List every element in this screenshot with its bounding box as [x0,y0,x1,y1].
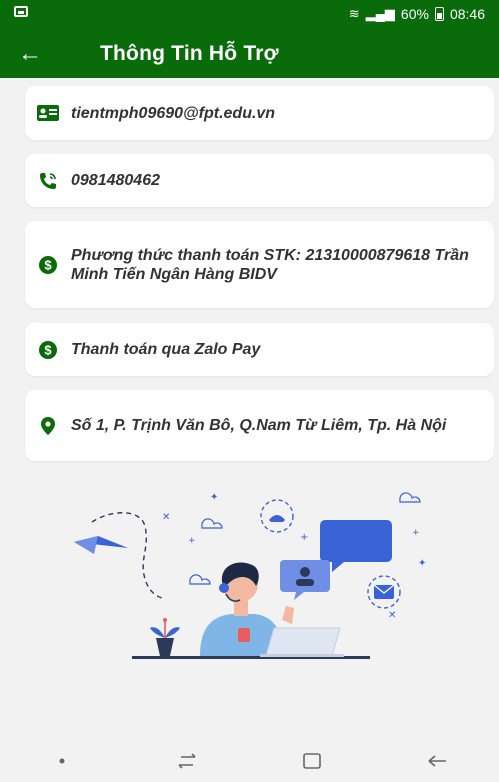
svg-text:+: + [300,532,308,543]
wifi-icon: ≋ [348,6,360,21]
phone-bubble-icon [260,499,294,533]
svg-text:$: $ [44,257,52,272]
bank-transfer-card[interactable]: $ Phương thức thanh toán STK: 2131000087… [25,221,494,308]
dollar-icon: $ [35,252,61,278]
phone-card[interactable]: 0981480462 [25,154,494,207]
clock: 08:46 [449,6,485,22]
home-icon[interactable] [282,740,342,782]
battery-icon [434,7,444,21]
app-bar: ← Thông Tin Hỗ Trợ [0,30,499,78]
svg-text:✦: ✦ [210,492,218,503]
dollar-icon: $ [35,337,61,363]
email-card[interactable]: tientmph09690@fpt.edu.vn [25,86,494,140]
recent-apps-icon[interactable] [157,740,217,782]
zalo-pay-text: Thanh toán qua Zalo Pay [71,341,261,358]
phone-text: 0981480462 [71,172,160,189]
laptop-icon [260,627,344,657]
support-info-screen: ≋ ▂▄▆ 60% 08:46 ← Thông Tin Hỗ Trợ tient… [0,0,499,782]
svg-text:✕: ✕ [162,512,170,523]
page-title: Thông Tin Hỗ Trợ [100,42,279,65]
mail-bubble-icon [367,575,401,609]
address-card[interactable]: Số 1, P. Trịnh Văn Bô, Q.Nam Từ Liêm, Tp… [25,390,494,461]
plant-icon [150,618,180,656]
back-arrow-icon[interactable]: ← [0,30,60,78]
id-card-icon [35,100,61,126]
system-nav-bar [0,740,499,782]
status-bar: ≋ ▂▄▆ 60% 08:46 [0,0,499,30]
signal-icon: ▂▄▆ [365,6,395,21]
chat-bubble-icon [320,520,392,572]
svg-text:✦: ✦ [418,558,426,569]
bank-transfer-text: Phương thức thanh toán STK: 213100008796… [71,246,469,283]
address-text: Số 1, P. Trịnh Văn Bô, Q.Nam Từ Liêm, Tp… [71,417,447,434]
status-indicators: ≋ ▂▄▆ 60% 08:46 [349,6,485,22]
zalo-pay-card[interactable]: $ Thanh toán qua Zalo Pay [25,323,494,376]
image-notification-icon [14,6,28,17]
svg-text:✕: ✕ [388,610,396,621]
user-bubble-icon [280,560,330,600]
paper-plane-icon [74,512,163,599]
svg-text:$: $ [44,342,52,357]
nav-back-icon[interactable] [407,740,467,782]
phone-icon [35,168,61,194]
svg-text:+: + [412,528,420,538]
location-pin-icon [35,413,61,439]
battery-percent: 60% [400,6,429,22]
dot-indicator-icon [32,740,92,782]
customer-support-illustration: ✕ ✦ + ✕ + + ✦ ✕ [74,492,426,659]
email-text: tientmph09690@fpt.edu.vn [71,104,276,122]
svg-text:+: + [188,536,196,546]
